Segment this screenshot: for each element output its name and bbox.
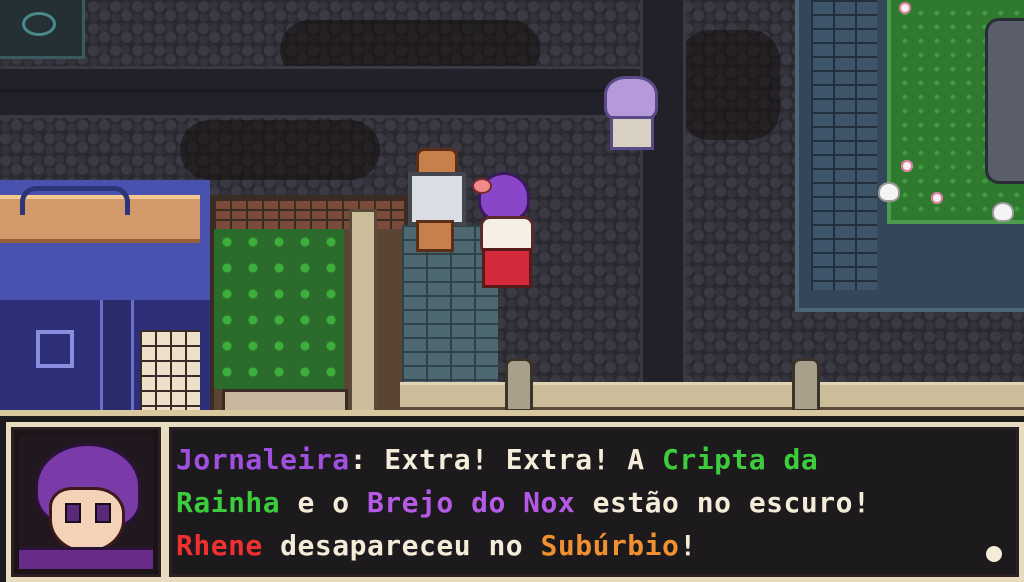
- dialogue-segment: Cripta da: [662, 443, 819, 476]
- fence: [400, 382, 1024, 411]
- road-vertical: [640, 0, 686, 390]
- portrait-eye: [95, 503, 111, 523]
- stone-statue: [985, 18, 1024, 184]
- npc-body: [610, 116, 654, 150]
- game-world: [0, 0, 1024, 420]
- shadow-patch: [180, 120, 380, 180]
- stand-box: [408, 172, 466, 226]
- shadow-patch: [680, 30, 780, 140]
- fence-post: [505, 358, 533, 412]
- portrait-face: [49, 487, 125, 553]
- house-pillar: [100, 300, 134, 420]
- portrait-eye: [65, 503, 81, 523]
- flower-icon: [899, 2, 911, 14]
- dialogue-line: Jornaleira: Extra! Extra! A Cripta da: [176, 438, 1006, 481]
- fence-post: [792, 358, 820, 412]
- dialogue-segment: desapareceu no: [262, 529, 541, 562]
- house-window: [140, 330, 200, 420]
- newspaper-stand[interactable]: [408, 148, 466, 252]
- dialogue-line: Rhene desapareceu no Subúrbio!: [176, 524, 1006, 567]
- newsgirl-npc[interactable]: [598, 76, 662, 150]
- water-pool: [0, 0, 85, 59]
- dialogue-segment: Jornaleira: [176, 443, 350, 476]
- portrait-shoulder: [19, 547, 153, 569]
- stand-base: [416, 220, 454, 252]
- dialogue-segment: !: [679, 529, 697, 562]
- dialogue-segment: : Extra! Extra! A: [349, 443, 663, 476]
- player-character[interactable]: [470, 172, 540, 288]
- dialogue-segment: Subúrbio: [540, 529, 680, 562]
- dialogue-line: Rainha e o Brejo do Nox estão no escuro!: [176, 481, 1006, 524]
- flower-icon: [931, 192, 943, 204]
- speaker-portrait-icon: [19, 435, 153, 569]
- ring-marker: [22, 12, 56, 36]
- hero-bow: [472, 178, 492, 194]
- dialogue-segment: Rainha: [176, 486, 281, 519]
- dialogue-segment: estão no escuro!: [575, 486, 871, 519]
- dialogue-segment: Rhene: [176, 529, 263, 562]
- bird-icon: [992, 202, 1014, 222]
- brick-wall: [811, 0, 877, 290]
- road-horizontal: [0, 66, 640, 118]
- house-emblem: [36, 330, 74, 368]
- fence-post: [349, 209, 377, 420]
- crop-bed: [214, 229, 344, 389]
- hero-skirt: [482, 248, 532, 288]
- dialogue-box[interactable]: Jornaleira: Extra! Extra! A Cripta da Rai…: [0, 410, 1024, 582]
- dialogue-segment: Brejo do Nox: [366, 486, 576, 519]
- dialogue-segment: e o: [280, 486, 367, 519]
- roof-ornament: [20, 186, 130, 215]
- continue-indicator-icon[interactable]: [986, 546, 1002, 562]
- bird-icon: [878, 182, 900, 202]
- dialogue-text: Jornaleira: Extra! Extra! A Cripta da Rai…: [176, 438, 1006, 567]
- portrait-frame: [6, 422, 166, 582]
- flower-icon: [901, 160, 913, 172]
- planter: [210, 195, 408, 420]
